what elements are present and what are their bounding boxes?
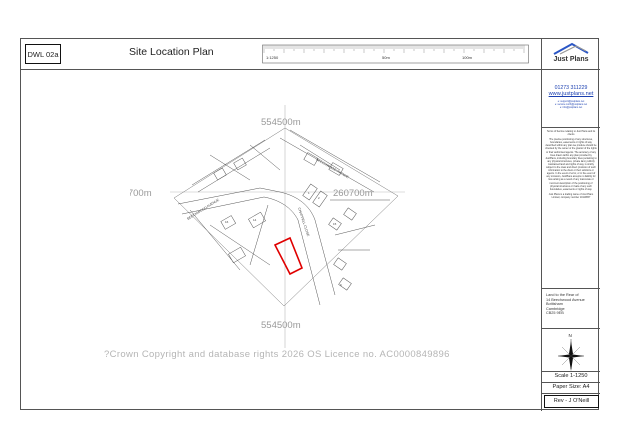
side-panel: Just Plans 01273 311229 www.justplans.ne…: [541, 39, 600, 411]
easting-label-right: 260700m: [333, 188, 373, 199]
site-address: Land to the Rear of 14 Beechwood Avenue …: [542, 289, 600, 329]
house-number: 15: [333, 222, 337, 226]
scalebar-label-ratio: 1:1250: [266, 55, 279, 60]
easting-label-left: 260700m: [130, 188, 152, 199]
terms-heading: Terms of Service relating to Just Plans …: [546, 130, 596, 137]
address-line: CB25 9EB: [546, 311, 564, 316]
north-arrow-block: N: [542, 329, 600, 372]
north-label: N: [569, 333, 572, 338]
scalebar-label-50m: 50m: [382, 55, 390, 60]
northing-label-top: 554500m: [261, 117, 301, 128]
site-boundary-outline: [273, 236, 304, 276]
scalebar-label-100m: 100m: [462, 55, 473, 60]
logo-text: Just Plans: [553, 56, 589, 63]
revision-box: Rev - J O'Neill: [544, 395, 599, 408]
house-number: 1: [308, 191, 310, 195]
house-number: 16: [225, 220, 229, 224]
header-bar: DWL 02a Site Location Plan 1:1250 50m 10…: [21, 39, 541, 70]
logo-roof-icon: [553, 42, 589, 55]
company-logo: Just Plans: [542, 39, 600, 70]
road-label: BEECHWOOD AVENUE: [316, 157, 351, 179]
road-label: BEECHWOOD AVENUE: [186, 197, 220, 220]
terms-body: The precise positioning of any structure…: [545, 138, 597, 191]
site-map: 554500m 554500m 260700m 260700m: [130, 105, 405, 348]
terms-company: Just Plans is a trading name of Just Pla…: [548, 192, 594, 199]
drawing-number-box: DWL 02a: [25, 44, 61, 64]
north-arrow-icon: N: [558, 333, 584, 371]
website-link[interactable]: www.justplans.net: [542, 91, 600, 97]
road-label: CHAPPELL CLOSE: [297, 207, 310, 237]
copyright-notice: ?Crown Copyright and database rights 202…: [104, 349, 450, 360]
house-number: 2: [318, 196, 320, 200]
terms-of-service: Terms of Service relating to Just Plans …: [542, 127, 600, 289]
northing-label-bottom: 554500m: [261, 320, 301, 331]
house-number: 14: [253, 218, 257, 222]
email-line[interactable]: e: info@justplans.net: [542, 106, 600, 109]
page-title: Site Location Plan: [129, 46, 214, 58]
scale-bar: 1:1250 50m 100m: [262, 44, 529, 64]
contact-block: 01273 311229 www.justplans.net e: suppor…: [542, 69, 600, 128]
drawing-number: DWL 02a: [27, 49, 59, 59]
paper-size: Paper Size: A4: [542, 382, 600, 394]
